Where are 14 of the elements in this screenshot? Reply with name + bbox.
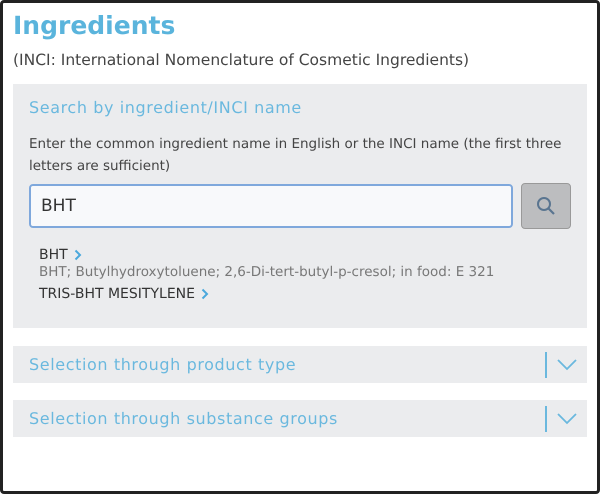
page-subtitle: (INCI: International Nomenclature of Cosmetic Ingredients) bbox=[13, 50, 470, 71]
page-title: Ingredients bbox=[13, 10, 176, 42]
result-detail: BHT; Butylhydroxytoluene; 2,6-Di-tert-butyl-p-cresol; in food: E 321 bbox=[39, 264, 496, 280]
search-field[interactable]: BHT bbox=[29, 184, 513, 228]
result-link[interactable]: TRIS-BHT MESITYLENE bbox=[39, 286, 209, 302]
search-icon bbox=[536, 196, 556, 216]
accordion-label: Selection through product type bbox=[29, 355, 298, 374]
result-link[interactable]: BHT bbox=[39, 247, 82, 263]
accordion-label: Selection through substance groups bbox=[29, 409, 339, 428]
instructions-text: Enter the common ingredient name in English or the INCI name (the first three letters are sufficient) bbox=[29, 135, 562, 176]
panel-heading: Search by ingredient/INCI name bbox=[29, 98, 303, 117]
search-button[interactable] bbox=[521, 183, 571, 229]
chevron-right-icon bbox=[201, 288, 209, 300]
chevron-right-icon bbox=[74, 249, 82, 261]
